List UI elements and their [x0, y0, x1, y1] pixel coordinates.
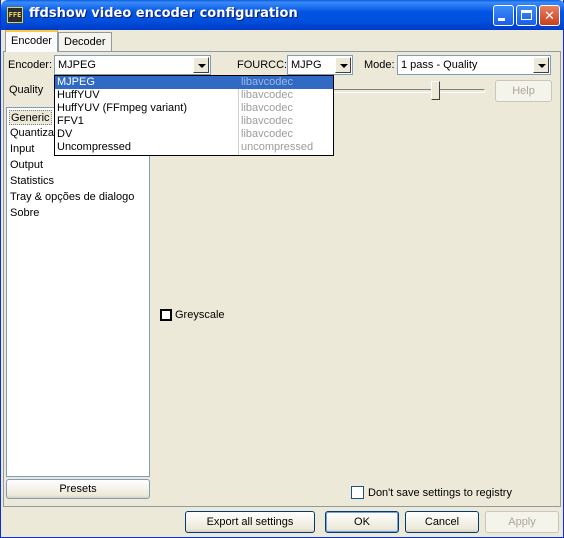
fourcc-label: FOURCC:: [237, 59, 288, 71]
tree-item-tray[interactable]: Tray & opções de dialogo: [9, 190, 135, 205]
window-title: ffdshow video encoder configuration: [29, 6, 298, 21]
maximize-button[interactable]: [516, 5, 537, 26]
tab-decoder-label: Decoder: [64, 36, 106, 48]
quality-slider-track[interactable]: [333, 89, 485, 93]
dropdown-item-name: DV: [57, 128, 73, 140]
greyscale-checkbox[interactable]: [160, 309, 172, 321]
tab-encoder[interactable]: Encoder: [5, 30, 58, 52]
dropdown-item-huffyuv-ffmpeg[interactable]: HuffYUV (FFmpeg variant) libavcodec: [55, 102, 333, 115]
help-button[interactable]: Help: [495, 80, 552, 102]
quality-slider-thumb[interactable]: [431, 81, 440, 100]
dropdown-item-lib: libavcodec: [241, 102, 293, 114]
dropdown-item-lib: uncompressed: [241, 141, 314, 153]
mode-select[interactable]: 1 pass - Quality: [397, 55, 551, 75]
tree-item-input[interactable]: Input: [9, 142, 35, 157]
dropdown-item-lib: libavcodec: [241, 89, 293, 101]
settings-tree[interactable]: Generic Quantization Input Output Statis…: [6, 107, 150, 477]
tree-item-generic[interactable]: Generic: [9, 110, 52, 125]
export-settings-button[interactable]: Export all settings: [185, 511, 315, 533]
dropdown-item-uncompressed[interactable]: Uncompressed uncompressed: [55, 141, 333, 154]
encoder-dropdown-list[interactable]: MJPEG libavcodec HuffYUV libavcodec Huff…: [54, 75, 334, 156]
presets-button[interactable]: Presets: [6, 479, 150, 499]
dropdown-item-mjpeg[interactable]: MJPEG libavcodec: [55, 76, 333, 89]
close-button[interactable]: ✕: [539, 5, 560, 26]
dropdown-item-name: MJPEG: [57, 76, 95, 88]
dropdown-item-ffv1[interactable]: FFV1 libavcodec: [55, 115, 333, 128]
mode-label: Mode:: [364, 59, 395, 71]
dropdown-item-lib: libavcodec: [241, 115, 293, 127]
apply-button[interactable]: Apply: [485, 511, 559, 533]
encoder-label: Encoder:: [8, 59, 53, 71]
tab-encoder-label: Encoder: [11, 35, 52, 47]
dropdown-item-name: FFV1: [57, 115, 84, 127]
dropdown-item-name: Uncompressed: [57, 141, 131, 153]
cancel-button[interactable]: Cancel: [405, 511, 479, 533]
dropdown-item-dv[interactable]: DV libavcodec: [55, 128, 333, 141]
fourcc-select-value: MJPG: [291, 59, 322, 71]
fourcc-select[interactable]: MJPG: [287, 55, 353, 75]
chevron-down-icon[interactable]: [193, 57, 209, 73]
chevron-down-icon[interactable]: [335, 57, 351, 73]
dropdown-item-name: HuffYUV (FFmpeg variant): [57, 102, 188, 114]
chevron-down-icon[interactable]: [533, 57, 549, 73]
dont-save-label[interactable]: Don't save settings to registry: [368, 487, 512, 499]
dropdown-item-lib: libavcodec: [241, 128, 293, 140]
tab-decoder[interactable]: Decoder: [58, 32, 112, 52]
ok-button[interactable]: OK: [325, 511, 399, 533]
title-bar[interactable]: FFE ffdshow video encoder configuration …: [1, 0, 564, 30]
close-icon: ✕: [544, 8, 555, 23]
dropdown-item-huffyuv[interactable]: HuffYUV libavcodec: [55, 89, 333, 102]
dropdown-item-lib: libavcodec: [241, 76, 293, 88]
tree-item-output[interactable]: Output: [9, 158, 44, 173]
greyscale-label[interactable]: Greyscale: [175, 309, 225, 321]
quality-label: Quality: [9, 84, 44, 96]
settings-page: Greyscale: [154, 104, 559, 504]
mode-select-value: 1 pass - Quality: [401, 59, 478, 71]
ffdshow-app-icon[interactable]: FFE: [7, 7, 23, 23]
minimize-icon: [498, 18, 505, 21]
encoder-select-value: MJPEG: [58, 59, 96, 71]
dont-save-checkbox[interactable]: [351, 486, 364, 499]
app-window: FFE ffdshow video encoder configuration …: [0, 0, 564, 538]
encoder-select[interactable]: MJPEG: [54, 55, 211, 75]
maximize-icon: [521, 10, 532, 20]
dropdown-item-name: HuffYUV: [57, 89, 100, 101]
minimize-button[interactable]: [493, 5, 514, 26]
tree-item-statistics[interactable]: Statistics: [9, 174, 55, 189]
tree-item-sobre[interactable]: Sobre: [9, 206, 40, 221]
